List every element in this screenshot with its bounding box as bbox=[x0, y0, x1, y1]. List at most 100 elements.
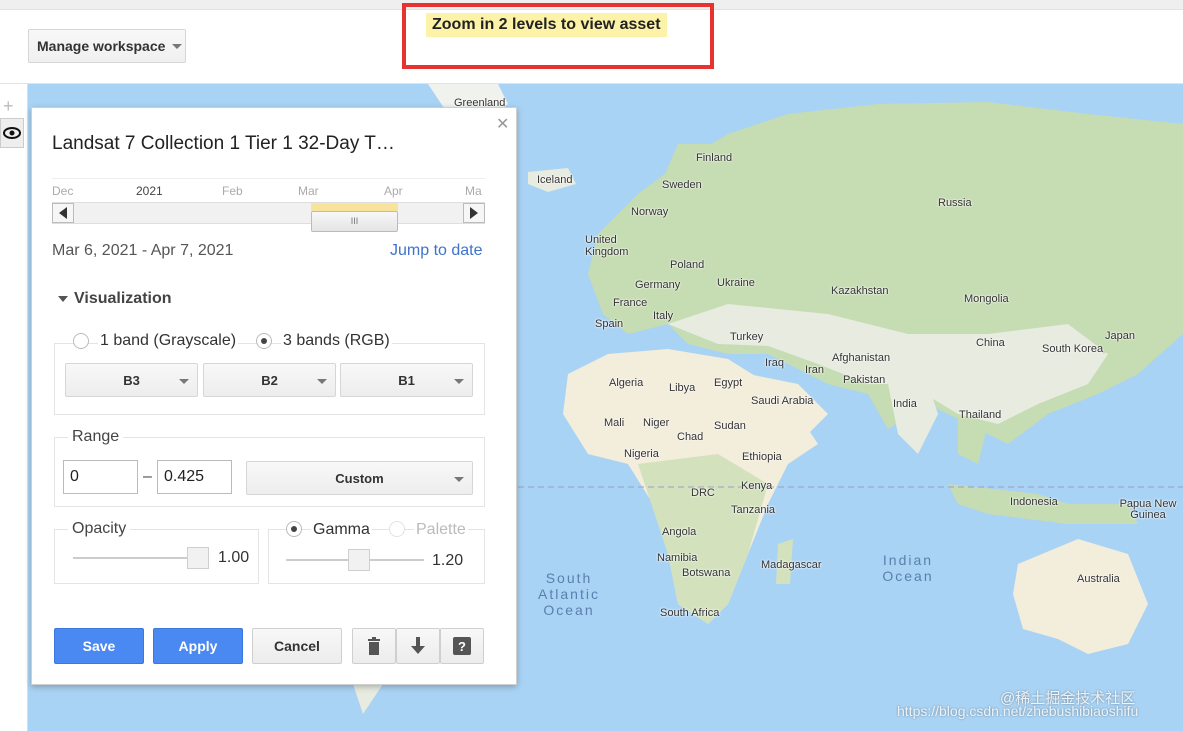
gamma-radio[interactable] bbox=[286, 521, 302, 537]
timeline-month: Feb bbox=[222, 184, 243, 198]
watermark-url: https://blog.csdn.net/zhebushibiaoshifu bbox=[897, 703, 1139, 719]
timeline-month: Dec bbox=[52, 184, 74, 198]
map-label: Namibia bbox=[657, 552, 698, 564]
palette-label: Palette bbox=[414, 521, 468, 539]
range-preset-select[interactable]: Custom bbox=[246, 461, 473, 495]
blue-band-value: B1 bbox=[398, 372, 415, 388]
opacity-slider-track[interactable] bbox=[73, 557, 203, 559]
visualization-section-toggle[interactable]: Visualization bbox=[58, 290, 172, 308]
cancel-button[interactable]: Cancel bbox=[252, 628, 342, 664]
map-label: Sudan bbox=[714, 420, 746, 432]
chevron-down-icon bbox=[454, 477, 464, 482]
map-label: Saudi Arabia bbox=[751, 395, 814, 407]
map-label: Spain bbox=[595, 318, 624, 330]
visualization-heading: Visualization bbox=[74, 290, 172, 307]
timeline-month: Ma bbox=[465, 184, 482, 198]
opacity-value: 1.00 bbox=[218, 549, 250, 566]
trash-icon[interactable] bbox=[352, 628, 396, 664]
timeline-selection bbox=[311, 203, 398, 211]
rgb-label: 3 bands (RGB) bbox=[281, 332, 392, 350]
range-max-input[interactable]: 0.425 bbox=[157, 460, 232, 494]
chevron-down-icon bbox=[172, 43, 183, 49]
triangle-down-icon bbox=[58, 296, 68, 302]
jump-to-date-link[interactable]: Jump to date bbox=[390, 242, 483, 260]
range-separator: – bbox=[143, 468, 152, 485]
map-label: Thailand bbox=[959, 409, 1002, 421]
eye-icon[interactable] bbox=[0, 118, 24, 148]
timeline-track[interactable]: III bbox=[52, 202, 485, 232]
map-label: Kazakhstan bbox=[831, 285, 889, 297]
map-label: Niger bbox=[643, 417, 670, 429]
manage-workspace-label: Manage workspace bbox=[37, 38, 166, 54]
grayscale-radio[interactable] bbox=[73, 333, 89, 349]
zoom-in-message: Zoom in 2 levels to view asset bbox=[426, 13, 667, 37]
map-label: Botswana bbox=[682, 567, 731, 579]
range-preset-value: Custom bbox=[335, 470, 384, 486]
rgb-radio[interactable] bbox=[256, 333, 272, 349]
map-label: Iceland bbox=[537, 174, 573, 186]
map-label: Indonesia bbox=[1010, 496, 1058, 508]
manage-workspace-button[interactable]: Manage workspace bbox=[28, 29, 186, 63]
gamma-value: 1.20 bbox=[432, 552, 464, 569]
timeline-next-icon[interactable] bbox=[463, 203, 485, 223]
map-label: South Korea bbox=[1042, 343, 1104, 355]
apply-button[interactable]: Apply bbox=[153, 628, 243, 664]
range-min-input[interactable]: 0 bbox=[63, 460, 138, 494]
map-label: DRC bbox=[691, 487, 715, 499]
map-label: Libya bbox=[669, 382, 696, 394]
map-label: Australia bbox=[1077, 573, 1120, 585]
map-label: Iran bbox=[805, 364, 824, 376]
map-label: Italy bbox=[653, 310, 674, 322]
layer-title: Landsat 7 Collection 1 Tier 1 32-Day T… bbox=[52, 133, 395, 154]
blue-band-select[interactable]: B1 bbox=[340, 363, 473, 397]
map-label: Afghanistan bbox=[832, 352, 891, 364]
gamma-slider-thumb[interactable] bbox=[348, 549, 370, 571]
map-label: Sweden bbox=[662, 179, 702, 191]
map-label: Pakistan bbox=[843, 374, 886, 386]
map-label: Tanzania bbox=[731, 504, 776, 516]
map-label: China bbox=[976, 337, 1005, 349]
help-icon[interactable]: ? bbox=[440, 628, 484, 664]
map-label: Germany bbox=[635, 279, 681, 291]
palette-radio[interactable] bbox=[389, 521, 405, 537]
map-label: Russia bbox=[938, 197, 972, 209]
chevron-down-icon bbox=[179, 379, 189, 384]
close-icon[interactable]: ✕ bbox=[496, 114, 509, 134]
map-label: Papua New Guinea bbox=[1119, 498, 1177, 521]
red-band-value: B3 bbox=[123, 372, 140, 388]
timeline-month-axis: Dec 2021 Feb Mar Apr Ma bbox=[52, 178, 485, 199]
download-arrow-icon[interactable] bbox=[396, 628, 440, 664]
ocean-label: Indian Ocean bbox=[882, 552, 934, 584]
timeline-prev-icon[interactable] bbox=[52, 203, 74, 223]
map-label: Nigeria bbox=[624, 448, 659, 460]
map-label: United Kingdom bbox=[585, 234, 629, 258]
green-band-select[interactable]: B2 bbox=[203, 363, 336, 397]
gamma-label: Gamma bbox=[311, 521, 372, 539]
map-label: Angola bbox=[662, 526, 697, 538]
timeline-handle[interactable]: III bbox=[311, 211, 398, 232]
svg-text:?: ? bbox=[458, 639, 466, 654]
map-label: Ukraine bbox=[717, 277, 755, 289]
map-label: Ethiopia bbox=[742, 451, 782, 463]
grayscale-label: 1 band (Grayscale) bbox=[98, 332, 239, 350]
map-label: Japan bbox=[1105, 330, 1135, 342]
timeline[interactable]: Dec 2021 Feb Mar Apr Ma III bbox=[52, 178, 485, 232]
save-button[interactable]: Save bbox=[54, 628, 144, 664]
map-label: Kenya bbox=[741, 480, 773, 492]
map-label: Poland bbox=[670, 259, 705, 271]
timeline-month: Mar bbox=[298, 184, 319, 198]
chevron-down-icon bbox=[317, 379, 327, 384]
map-label: Mali bbox=[604, 417, 625, 429]
red-band-select[interactable]: B3 bbox=[65, 363, 198, 397]
ocean-label: South Atlantic Ocean bbox=[538, 570, 600, 618]
plus-icon[interactable]: + bbox=[3, 96, 14, 117]
timeline-year: 2021 bbox=[136, 184, 163, 198]
map-label: South Africa bbox=[660, 607, 720, 619]
opacity-slider-thumb[interactable] bbox=[187, 547, 209, 569]
map-label: India bbox=[893, 398, 917, 410]
map-label: Egypt bbox=[714, 377, 743, 389]
map-label: Mongolia bbox=[964, 293, 1009, 305]
map-label: Turkey bbox=[730, 331, 764, 343]
date-range: Mar 6, 2021 - Apr 7, 2021 bbox=[52, 242, 234, 259]
green-band-value: B2 bbox=[261, 372, 278, 388]
